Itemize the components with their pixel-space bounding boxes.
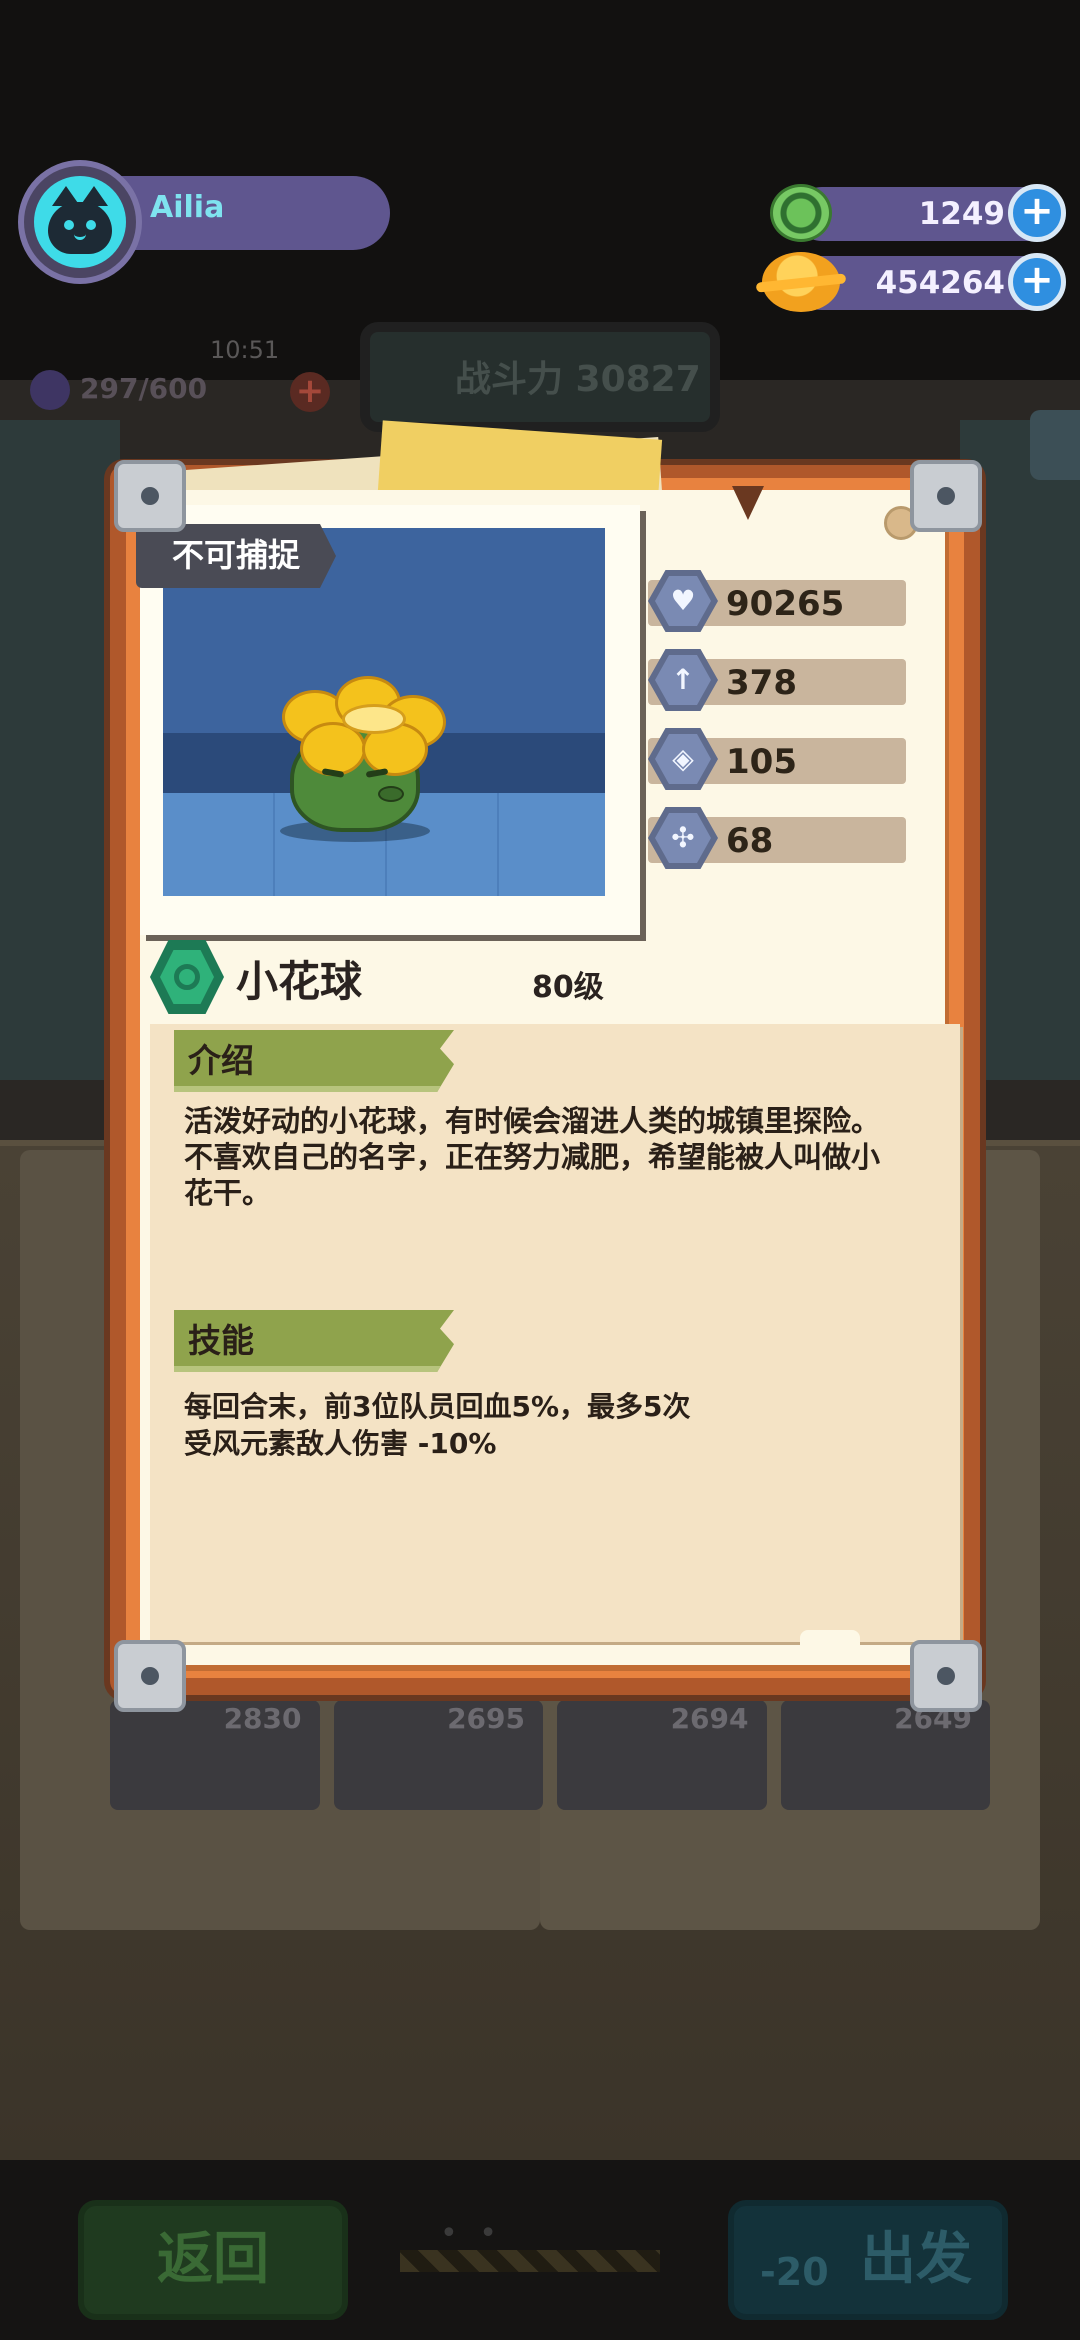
coin-currency-value: 454264 — [875, 265, 1005, 301]
defense-value: 105 — [726, 742, 797, 782]
corner-clamp — [114, 460, 186, 532]
add-gems-button[interactable]: + — [1008, 184, 1066, 242]
team-card-power: 2694 — [670, 1702, 749, 1735]
intro-description: 活泼好动的小花球，有时候会溜进人类的城镇里探险。不喜欢自己的名字，正在努力减肥，… — [184, 1104, 881, 1210]
stamina-value: 297/600 — [80, 372, 208, 405]
add-coins-button[interactable]: + — [1008, 253, 1066, 311]
depart-cost: -20 — [760, 2250, 829, 2294]
page-dots: • • — [440, 2216, 503, 2251]
return-button: 返回 — [78, 2200, 348, 2320]
avatar[interactable] — [34, 176, 126, 268]
team-card: 2649 — [780, 1700, 990, 1810]
background-side-panel-left — [0, 420, 120, 1080]
paper-notch — [732, 486, 764, 520]
flower-center — [342, 704, 406, 734]
username: Ailia — [150, 190, 225, 225]
background-team-cards: 2830 2695 2694 2649 — [110, 1700, 990, 1810]
intro-section-tag: 介绍 — [174, 1030, 454, 1092]
team-card-power: 2695 — [447, 1702, 525, 1735]
combat-power-text: 战斗力 30827 — [455, 359, 701, 400]
corner-clamp — [910, 1640, 982, 1712]
attack-value: 378 — [726, 663, 797, 703]
team-card-power: 2830 — [223, 1702, 302, 1735]
gem-currency-value: 1249 — [918, 196, 1005, 232]
scissor-icon — [1030, 410, 1080, 480]
corner-clamp — [910, 460, 982, 532]
monster-name: 小花球 — [236, 957, 363, 1006]
hazard-stripe — [400, 2250, 660, 2272]
team-card: 2830 — [110, 1700, 320, 1810]
skill-line: 每回合末，前3位队员回血5%，最多5次 — [184, 1390, 691, 1423]
cat-face-icon — [48, 202, 112, 254]
skill-line: 受风元素敌人伤害 -10% — [184, 1427, 497, 1460]
capture-status-badge: 不可捕捉 — [136, 524, 336, 588]
team-card: 2695 — [333, 1700, 543, 1810]
speed-value: 68 — [726, 821, 774, 861]
stamina-icon — [30, 370, 70, 410]
monster-nose — [378, 786, 404, 802]
clock-text: 10:51 — [210, 336, 280, 364]
paper-curl — [800, 1630, 860, 1646]
corner-clamp — [114, 1640, 186, 1712]
team-card: 2694 — [557, 1700, 767, 1810]
skill-section-tag: 技能 — [174, 1310, 454, 1372]
stamina-plus-button: + — [290, 372, 330, 412]
monster-level: 80级 — [532, 970, 604, 1005]
hp-value: 90265 — [726, 584, 845, 624]
